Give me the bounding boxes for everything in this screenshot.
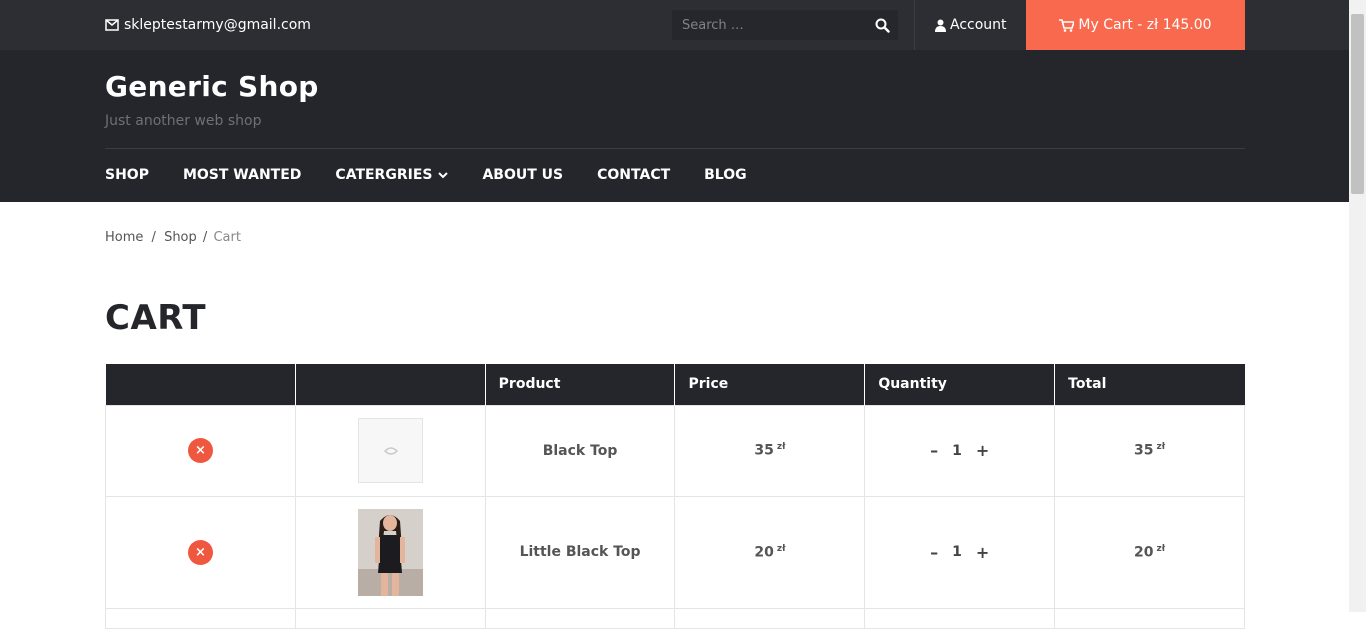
table-cell: [1054, 607, 1245, 629]
nav-item-about-us[interactable]: ABOUT US: [482, 167, 563, 183]
my-cart-button[interactable]: My Cart - zł 145.00: [1026, 0, 1245, 50]
total-cell: 20 zł: [1054, 495, 1245, 609]
quantity-stepper: – 1 +: [930, 543, 989, 562]
contact-email[interactable]: skleptestarmy@gmail.com: [105, 0, 311, 50]
quantity-cell: – 1 +: [864, 495, 1056, 609]
currency-symbol: zł: [1156, 543, 1166, 554]
nav-item-shop[interactable]: SHOP: [105, 167, 149, 183]
remove-cell: ×: [105, 495, 296, 609]
price-cell: 35 zł: [674, 404, 866, 497]
currency-symbol: zł: [1156, 442, 1166, 453]
top-bar: skleptestarmy@gmail.com Search … Account…: [0, 0, 1349, 50]
scrollbar-thumb[interactable]: [1351, 14, 1364, 194]
quantity-decrease-button[interactable]: –: [930, 441, 938, 460]
table-header-row: Product Price Quantity Total: [105, 364, 1245, 405]
remove-item-button[interactable]: ×: [187, 539, 213, 565]
search-icon: [875, 18, 890, 33]
header-product: Product: [484, 364, 675, 405]
breadcrumb: Home / Shop / Cart: [105, 230, 241, 245]
product-photo[interactable]: [357, 508, 423, 596]
product-placeholder-image[interactable]: [357, 418, 423, 483]
table-row: × Black Top 35 zł – 1 + 35 zł: [105, 404, 1245, 497]
total-value: 20: [1134, 544, 1154, 561]
breadcrumb-current: Cart: [213, 230, 241, 245]
quantity-stepper: – 1 +: [930, 441, 989, 460]
table-cell: [864, 607, 1056, 629]
nav-item-categories-label: CATERGRIES: [335, 167, 433, 183]
nav-item-blog[interactable]: BLOG: [704, 167, 747, 183]
nav-item-categories[interactable]: CATERGRIES: [335, 167, 449, 183]
remove-item-button[interactable]: ×: [187, 438, 213, 463]
site-tagline: Just another web shop: [105, 113, 262, 129]
quantity-increase-button[interactable]: +: [976, 543, 989, 562]
quantity-cell: – 1 +: [864, 404, 1056, 497]
product-name[interactable]: Little Black Top: [484, 495, 676, 609]
price-value: 35: [754, 442, 774, 459]
breadcrumb-home[interactable]: Home: [105, 230, 143, 245]
header-total: Total: [1054, 364, 1245, 405]
site-header: Generic Shop Just another web shop SHOP …: [0, 50, 1349, 202]
envelope-icon: [105, 19, 119, 31]
quantity-decrease-button[interactable]: –: [930, 543, 938, 562]
search-input[interactable]: Search …: [672, 18, 866, 33]
placeholder-icon: [383, 447, 398, 455]
quantity-increase-button[interactable]: +: [976, 441, 989, 460]
price-cell: 20 zł: [674, 495, 866, 609]
breadcrumb-shop[interactable]: Shop: [164, 230, 197, 245]
thumbnail-cell: [294, 404, 486, 497]
breadcrumb-separator: /: [151, 230, 156, 245]
search-button[interactable]: [866, 10, 898, 40]
total-cell: 35 zł: [1054, 404, 1245, 497]
quantity-value[interactable]: 1: [952, 443, 962, 459]
cart-icon: [1059, 18, 1075, 32]
search-bar[interactable]: Search …: [672, 10, 898, 40]
email-text: skleptestarmy@gmail.com: [124, 17, 311, 33]
header-price: Price: [674, 364, 865, 405]
page-title: CART: [105, 298, 207, 338]
remove-cell: ×: [105, 404, 296, 497]
chevron-down-icon: [438, 171, 449, 178]
header-thumbnail: [294, 364, 486, 405]
table-row: × Little Black Top 20 zł – 1 + 20 zł: [105, 495, 1245, 609]
table-cell: [674, 607, 866, 629]
total-value: 35: [1134, 442, 1154, 459]
table-row: [105, 607, 1245, 629]
topbar-divider: [914, 0, 915, 50]
site-title[interactable]: Generic Shop: [105, 70, 319, 103]
account-label: Account: [950, 17, 1007, 33]
currency-symbol: zł: [776, 442, 786, 453]
cart-table: Product Price Quantity Total × Black Top…: [105, 364, 1245, 629]
price-value: 20: [754, 544, 774, 561]
main-nav: SHOP MOST WANTED CATERGRIES ABOUT US CON…: [105, 149, 781, 201]
nav-item-contact[interactable]: CONTACT: [597, 167, 670, 183]
account-link[interactable]: Account: [935, 0, 1007, 50]
table-cell: [105, 607, 296, 629]
header-remove: [105, 364, 296, 405]
header-quantity: Quantity: [864, 364, 1055, 405]
nav-item-most-wanted[interactable]: MOST WANTED: [183, 167, 301, 183]
product-name[interactable]: Black Top: [484, 404, 676, 497]
table-cell: [484, 607, 676, 629]
user-icon: [935, 19, 946, 32]
breadcrumb-separator: /: [202, 230, 208, 245]
table-cell: [294, 607, 486, 629]
quantity-value[interactable]: 1: [952, 544, 962, 560]
currency-symbol: zł: [776, 543, 786, 554]
cart-label: My Cart - zł 145.00: [1078, 17, 1212, 33]
thumbnail-cell: [294, 495, 486, 609]
